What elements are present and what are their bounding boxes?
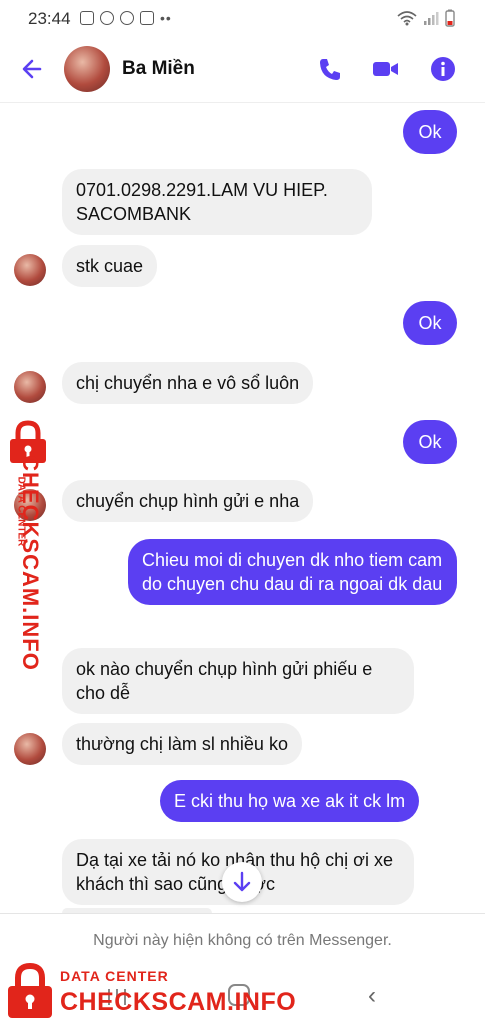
sender-avatar — [14, 371, 46, 403]
lock-icon — [8, 962, 52, 1018]
message-list[interactable]: Ok 0701.0298.2291.LAM VU HIEP. SACOMBANK… — [0, 103, 485, 913]
system-icons — [397, 9, 455, 27]
message-incoming[interactable]: chuyển chụp hình gửi e nha — [62, 480, 314, 522]
message-incoming[interactable]: thường chị làm sl nhiều ko — [62, 723, 302, 765]
watermark-main: CHECKSCAM.INFO — [60, 988, 297, 1016]
message-outgoing[interactable]: Ok — [403, 110, 457, 154]
phone-icon[interactable] — [316, 55, 344, 83]
message-incoming[interactable]: stk cuae — [62, 245, 158, 287]
sender-avatar — [14, 254, 46, 286]
sync-icon — [100, 11, 114, 25]
wifi-icon — [397, 11, 417, 26]
circle-icon — [120, 11, 134, 25]
notice-text: Người này hiện không có trên Messenger. — [93, 932, 392, 949]
contact-name[interactable]: Ba Miền — [122, 58, 195, 80]
notification-icons: •• — [80, 10, 172, 26]
message-outgoing[interactable]: Ok — [403, 420, 457, 464]
info-icon[interactable] — [429, 55, 457, 83]
message-incoming[interactable]: 0701.0298.2291.LAM VU HIEP. SACOMBANK — [62, 169, 372, 235]
sender-avatar — [14, 733, 46, 765]
bottom-watermark: DATA CENTER CHECKSCAM.INFO — [0, 960, 300, 1024]
message-outgoing[interactable]: Chieu moi di chuyen dk nho tiem cam do c… — [128, 539, 457, 605]
side-watermark: DATA CENTER CHECKSCAM.INFO — [2, 420, 58, 671]
gallery-icon — [80, 11, 94, 25]
message-outgoing[interactable]: E cki thu họ wa xe ak it ck lm — [160, 780, 420, 822]
back-arrow-icon[interactable] — [18, 54, 48, 84]
scroll-to-bottom-button[interactable] — [222, 862, 262, 902]
app-icon — [140, 11, 154, 25]
message-outgoing[interactable]: Ok — [403, 301, 457, 345]
conversation-header: Ba Miền — [0, 36, 485, 103]
contact-avatar[interactable] — [64, 46, 110, 92]
signal-icon — [424, 12, 439, 25]
arrow-down-icon — [233, 871, 251, 892]
status-time: 23:44 — [28, 9, 71, 28]
watermark-sub: DATA CENTER — [60, 968, 169, 984]
more-notifications-icon: •• — [160, 10, 172, 26]
battery-icon — [445, 9, 455, 27]
status-bar: 23:44 •• — [0, 0, 485, 36]
message-incoming[interactable]: ok nào chuyển chụp hình gửi phiếu e cho … — [62, 648, 414, 714]
video-camera-icon[interactable] — [371, 55, 399, 83]
message-incoming[interactable]: chị chuyển nha e vô sổ luôn — [62, 362, 314, 404]
watermark-main: CHECKSCAM.INFO — [17, 455, 43, 671]
nav-back-button[interactable]: ‹ — [368, 982, 376, 1010]
